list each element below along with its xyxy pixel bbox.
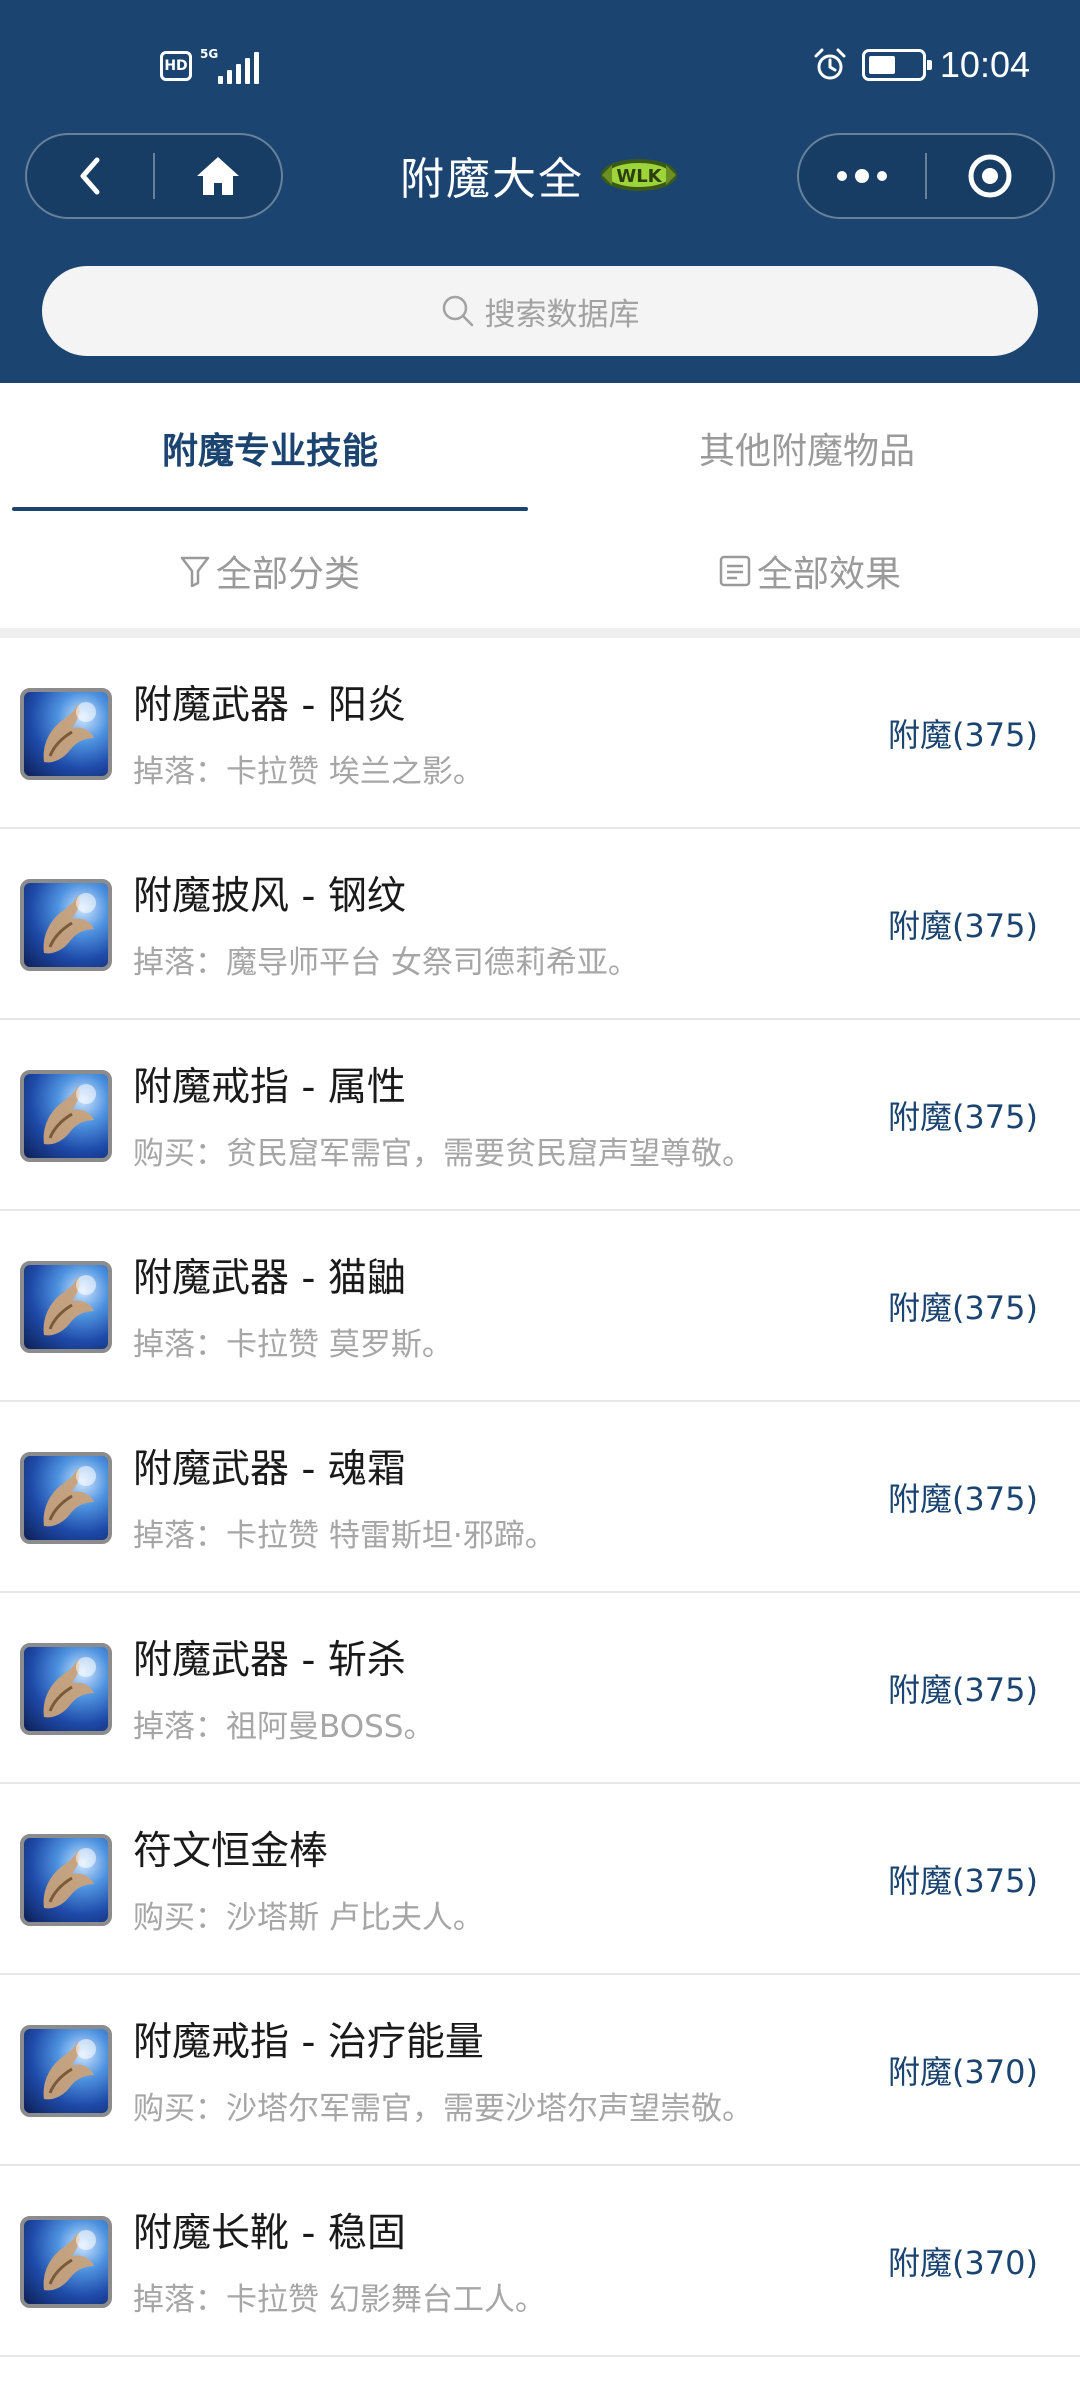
enchant-scroll-icon (20, 688, 112, 780)
item-skill-level: 附魔(375) (887, 907, 1038, 945)
item-skill-level: 附魔(370) (887, 2244, 1038, 2282)
item-name: 附魔披风 - 钢纹 (133, 874, 406, 919)
svg-text:WLK: WLK (616, 166, 662, 187)
item-source: 购买：贫民窟军需官，需要贫民窟声望尊敬。 (133, 1136, 753, 1172)
item-skill-level: 附魔(375) (887, 1480, 1038, 1518)
home-button[interactable] (155, 135, 281, 217)
tab-other-enchant-items[interactable]: 其他附魔物品 (546, 383, 1068, 513)
list-item[interactable]: 附魔戒指 - 属性 购买：贫民窟军需官，需要贫民窟声望尊敬。 附魔(375) (0, 1020, 1080, 1211)
app-header: HD 5G 10:04 附魔大全 WLK 搜索数据库 (0, 0, 1080, 383)
hd-icon: HD (160, 51, 192, 81)
item-source: 掉落：卡拉赞 幻影舞台工人。 (133, 2282, 546, 2318)
item-source: 掉落：卡拉赞 特雷斯坦·邪蹄。 (133, 1518, 556, 1554)
search-input[interactable]: 搜索数据库 (42, 266, 1038, 356)
category-filter-label: 全部分类 (215, 553, 360, 595)
signal-icon: 5G (200, 48, 260, 84)
item-name: 附魔武器 - 阳炎 (133, 683, 406, 728)
list-item[interactable]: 附魔武器 - 猫鼬 掉落：卡拉赞 莫罗斯。 附魔(375) (0, 1211, 1080, 1402)
category-filter[interactable]: 全部分类 (0, 513, 540, 628)
item-source: 购买：沙塔斯 卢比夫人。 (133, 1900, 484, 1936)
enchant-scroll-icon (20, 1834, 112, 1926)
item-source: 掉落：卡拉赞 莫罗斯。 (133, 1327, 453, 1363)
filter-icon (180, 556, 210, 587)
item-source: 购买：沙塔尔军需官，需要沙塔尔声望崇敬。 (133, 2091, 753, 2127)
chevron-left-icon (80, 157, 100, 195)
filter-bar: 全部分类 全部效果 (0, 513, 1080, 628)
target-close-icon (968, 154, 1012, 198)
status-left: HD 5G (160, 48, 260, 84)
item-name: 附魔长靴 - 稳固 (133, 2211, 406, 2256)
enchant-scroll-icon (20, 2025, 112, 2117)
list-item[interactable]: 附魔武器 - 阳炎 掉落：卡拉赞 埃兰之影。 附魔(375) (0, 638, 1080, 829)
item-source: 掉落：魔导师平台 女祭司德莉希亚。 (133, 945, 639, 981)
nav-capsule-left (25, 133, 283, 219)
item-name: 附魔武器 - 魂霜 (133, 1447, 406, 1492)
item-skill-level: 附魔(375) (887, 716, 1038, 754)
back-button[interactable] (27, 135, 153, 217)
more-dots-icon (837, 169, 887, 183)
alarm-icon (812, 47, 848, 83)
tab-enchanting-skills[interactable]: 附魔专业技能 (12, 383, 528, 513)
close-miniprogram-button[interactable] (927, 135, 1053, 217)
list-item[interactable]: 附魔武器 - 斩杀 掉落：祖阿曼BOSS。 附魔(375) (0, 1593, 1080, 1784)
enchant-scroll-icon (20, 1070, 112, 1162)
status-bar: HD 5G 10:04 (0, 0, 1080, 130)
list-item[interactable]: 附魔武器 - 魂霜 掉落：卡拉赞 特雷斯坦·邪蹄。 附魔(375) (0, 1402, 1080, 1593)
list-icon (719, 555, 751, 586)
home-icon (196, 157, 239, 195)
tab-bar: 附魔专业技能 其他附魔物品 (0, 383, 1080, 513)
title-wrap: 附魔大全 WLK (400, 140, 680, 210)
section-divider (0, 628, 1080, 638)
effect-filter-label: 全部效果 (756, 553, 901, 595)
list-item[interactable]: 附魔长靴 - 稳固 掉落：卡拉赞 幻影舞台工人。 附魔(370) (0, 2166, 1080, 2357)
search-placeholder: 搜索数据库 (484, 296, 640, 333)
page-title: 附魔大全 (400, 154, 584, 205)
item-skill-level: 附魔(375) (887, 1671, 1038, 1709)
wlk-logo-icon: WLK (601, 159, 677, 191)
battery-icon (861, 49, 932, 81)
search-icon (442, 295, 473, 327)
list-item[interactable]: 附魔披风 - 钢纹 掉落：魔导师平台 女祭司德莉希亚。 附魔(375) (0, 829, 1080, 1020)
effect-filter[interactable]: 全部效果 (540, 513, 1080, 628)
more-button[interactable] (799, 135, 925, 217)
active-tab-indicator (12, 507, 528, 511)
item-skill-level: 附魔(375) (887, 1289, 1038, 1327)
enchant-scroll-icon (20, 1261, 112, 1353)
hd-label: HD (164, 58, 188, 74)
list-item[interactable]: 附魔戒指 - 治疗能量 购买：沙塔尔军需官，需要沙塔尔声望崇敬。 附魔(370) (0, 1975, 1080, 2166)
item-name: 附魔武器 - 猫鼬 (133, 1256, 406, 1301)
status-time: 10:04 (939, 44, 1030, 85)
item-name: 附魔戒指 - 属性 (133, 1065, 406, 1110)
enchant-scroll-icon (20, 1643, 112, 1735)
enchant-scroll-icon (20, 2216, 112, 2308)
item-skill-level: 附魔(370) (887, 2053, 1038, 2091)
item-skill-level: 附魔(375) (887, 1098, 1038, 1136)
item-skill-level: 附魔(375) (887, 1862, 1038, 1900)
item-name: 符文恒金棒 (133, 1829, 329, 1874)
list-item[interactable]: 符文恒金棒 购买：沙塔斯 卢比夫人。 附魔(375) (0, 1784, 1080, 1975)
network-type: 5G (200, 47, 219, 61)
enchant-scroll-icon (20, 879, 112, 971)
item-source: 掉落：卡拉赞 埃兰之影。 (133, 754, 484, 790)
enchant-list: 附魔武器 - 阳炎 掉落：卡拉赞 埃兰之影。 附魔(375) 附魔披风 - 钢纹… (0, 638, 1080, 2357)
nav-capsule-right (797, 133, 1055, 219)
item-source: 掉落：祖阿曼BOSS。 (133, 1709, 435, 1745)
status-right: 10:04 (812, 44, 1030, 86)
enchant-scroll-icon (20, 1452, 112, 1544)
item-name: 附魔戒指 - 治疗能量 (133, 2020, 484, 2065)
item-name: 附魔武器 - 斩杀 (133, 1638, 406, 1683)
